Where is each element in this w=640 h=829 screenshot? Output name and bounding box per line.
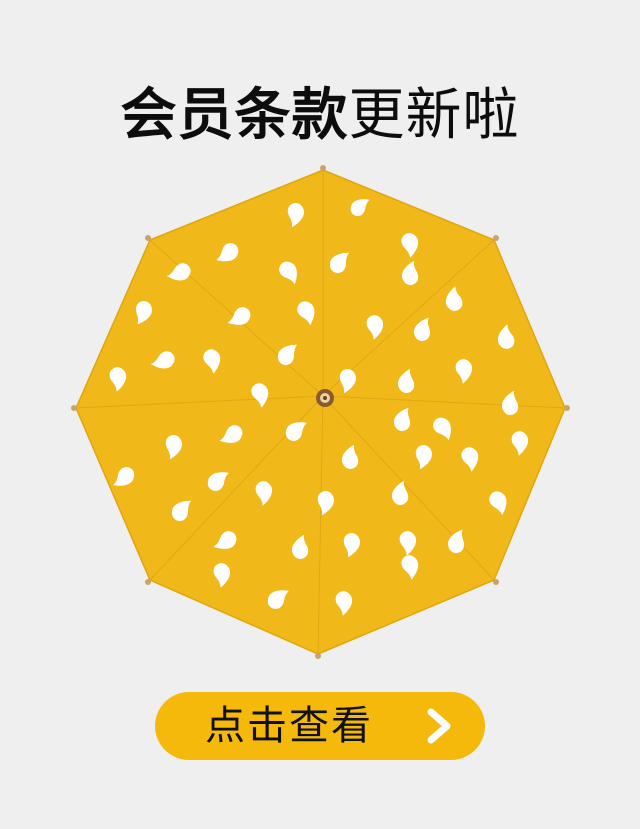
view-details-label: 点击查看 xyxy=(205,703,373,749)
view-details-button[interactable]: 点击查看 xyxy=(155,692,485,760)
title-bold-part: 会员条款 xyxy=(120,83,349,148)
promo-page: 会员条款更新啦 点击查看 xyxy=(0,0,640,829)
chevron-right-icon xyxy=(427,708,451,744)
page-title: 会员条款更新啦 xyxy=(0,76,640,156)
umbrella-image xyxy=(70,160,572,662)
umbrella-tip xyxy=(316,389,334,407)
title-light-part: 更新啦 xyxy=(348,83,520,148)
umbrella-illustration xyxy=(71,165,570,659)
